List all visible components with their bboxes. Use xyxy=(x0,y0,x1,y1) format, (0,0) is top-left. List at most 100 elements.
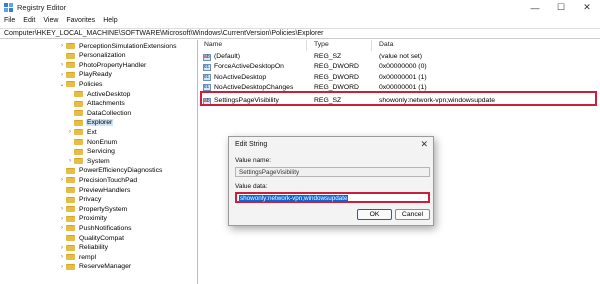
dialog-close-icon[interactable]: ✕ xyxy=(420,139,428,150)
tree-item[interactable]: NonEnum xyxy=(66,137,118,147)
expander-icon[interactable]: › xyxy=(58,216,66,222)
folder-icon xyxy=(66,177,75,184)
registry-editor-icon xyxy=(4,3,13,12)
expander-icon[interactable]: › xyxy=(58,245,66,251)
tree-item[interactable]: Explorer xyxy=(66,118,114,128)
tree-item[interactable]: › Ext xyxy=(66,127,98,137)
tree-item-label: Reliability xyxy=(79,244,109,252)
tree-item[interactable]: ActiveDesktop xyxy=(66,89,131,99)
expander-icon[interactable]: › xyxy=(58,43,66,49)
tree-item[interactable]: QualityCompat xyxy=(58,233,125,243)
tree-item[interactable]: Attachments xyxy=(66,99,126,109)
tree-item[interactable]: DataCollection xyxy=(66,108,132,118)
tree-item-label: PlayReady xyxy=(79,71,112,79)
menu-bar: File Edit View Favorites Help xyxy=(0,16,600,27)
tree-item[interactable]: › PhotoPropertyHandler xyxy=(58,60,147,70)
folder-icon xyxy=(66,206,75,213)
value-row[interactable]: (Default) REG_SZ (value not set) xyxy=(199,52,600,62)
expander-icon[interactable]: ⌄ xyxy=(58,81,66,88)
expander-icon[interactable]: › xyxy=(58,62,66,68)
tree-item-label: PreviewHandlers xyxy=(79,186,131,194)
menu-help[interactable]: Help xyxy=(99,16,121,27)
value-data: (value not set) xyxy=(379,53,423,60)
tree-item[interactable]: › PlayReady xyxy=(58,70,113,80)
string-value-icon xyxy=(203,53,211,61)
folder-icon xyxy=(74,91,83,97)
menu-favorites[interactable]: Favorites xyxy=(62,16,99,27)
expander-icon[interactable]: › xyxy=(58,72,66,78)
folder-icon xyxy=(66,43,75,49)
registry-tree: › PerceptionSimulationExtensions Personali… xyxy=(0,40,198,284)
folder-icon xyxy=(66,254,75,261)
expander-icon[interactable]: › xyxy=(58,225,66,231)
maximize-button[interactable]: ☐ xyxy=(548,0,574,15)
edit-string-dialog: Edit String ✕ Value name: SettingsPageVi… xyxy=(228,136,434,226)
tree-item[interactable]: › rempl xyxy=(58,252,97,262)
address-bar[interactable]: Computer\HKEY_LOCAL_MACHINE\SOFTWARE\Mic… xyxy=(0,28,600,39)
tree-item-label: PhotoPropertyHandler xyxy=(79,61,147,69)
value-type: REG_DWORD xyxy=(314,83,359,91)
tree-item-label: ActiveDesktop xyxy=(87,90,131,98)
tree-item-label: Servicing xyxy=(87,148,115,156)
tree-item[interactable]: Personalization xyxy=(58,51,126,61)
folder-icon xyxy=(66,215,75,222)
value-name-field: SettingsPageVisibility xyxy=(235,167,430,177)
column-separator[interactable] xyxy=(371,40,372,51)
menu-file[interactable]: File xyxy=(0,16,19,27)
tree-item[interactable]: › PushNotifications xyxy=(58,223,133,233)
tree-item[interactable]: Servicing xyxy=(66,147,116,157)
value-row[interactable]: NoActiveDesktop REG_DWORD 0x00000001 (1) xyxy=(199,73,600,83)
folder-icon xyxy=(66,62,75,69)
tree-item-label: PrecisionTouchPad xyxy=(79,176,138,184)
column-separator[interactable] xyxy=(306,40,307,51)
tree-item[interactable]: Privacy xyxy=(58,195,102,205)
value-data: 0x00000001 (1) xyxy=(379,83,427,91)
ok-button[interactable]: OK xyxy=(357,209,392,220)
tree-item[interactable]: PreviewHandlers xyxy=(58,185,131,195)
value-row[interactable]: ForceActiveDesktopOn REG_DWORD 0x00000000 … xyxy=(199,62,600,72)
column-header-type[interactable]: Type xyxy=(314,41,329,48)
window-title: Registry Editor xyxy=(17,3,67,12)
tree-item[interactable]: ⌄ Policies xyxy=(58,79,103,89)
column-header-name[interactable]: Name xyxy=(204,41,222,48)
expander-icon[interactable]: › xyxy=(58,206,66,212)
tree-item[interactable]: › Reliability xyxy=(58,243,109,253)
dword-value-icon xyxy=(203,63,211,71)
tree-item-label: System xyxy=(87,157,110,165)
folder-icon xyxy=(74,100,83,107)
value-data: 0x00000001 (1) xyxy=(379,73,427,81)
expander-icon[interactable]: › xyxy=(66,129,74,135)
expander-icon[interactable]: › xyxy=(58,264,66,270)
value-data-label: Value data: xyxy=(235,183,268,190)
expander-icon[interactable]: › xyxy=(58,254,66,260)
expander-icon[interactable]: › xyxy=(58,177,66,183)
menu-view[interactable]: View xyxy=(39,16,62,27)
tree-item[interactable]: PowerEfficiencyDiagnostics xyxy=(58,166,163,176)
value-name: ForceActiveDesktopOn xyxy=(214,63,284,71)
tree-item[interactable]: › Proximity xyxy=(58,214,108,224)
folder-icon xyxy=(74,119,83,126)
minimize-button[interactable]: — xyxy=(522,0,548,15)
cancel-button[interactable]: Cancel xyxy=(395,209,430,220)
tree-item[interactable]: › PropertySystem xyxy=(58,204,128,214)
folder-icon xyxy=(74,158,83,165)
menu-edit[interactable]: Edit xyxy=(19,16,39,27)
tree-item-label: PerceptionSimulationExtensions xyxy=(79,42,177,50)
tree-item-label: NonEnum xyxy=(87,138,118,146)
close-button[interactable]: ✕ xyxy=(574,0,600,15)
column-header-data[interactable]: Data xyxy=(379,41,393,48)
value-type: REG_DWORD xyxy=(314,73,359,81)
tree-item[interactable]: › ReserveManager xyxy=(58,262,132,272)
folder-icon xyxy=(66,244,75,251)
expander-icon[interactable]: › xyxy=(66,158,74,164)
value-data-input[interactable]: showonly:network-vpn;windowsupdate xyxy=(235,192,430,203)
folder-icon xyxy=(66,167,75,174)
tree-item-label: Proximity xyxy=(79,215,107,223)
value-name: NoActiveDesktopChanges xyxy=(214,83,294,91)
folder-icon xyxy=(66,71,75,78)
tree-item[interactable]: › PerceptionSimulationExtensions xyxy=(58,41,177,51)
value-type: REG_DWORD xyxy=(314,63,359,71)
tree-item[interactable]: › System xyxy=(66,156,111,166)
tree-item[interactable]: › PrecisionTouchPad xyxy=(58,175,138,185)
value-name: (Default) xyxy=(214,53,241,60)
